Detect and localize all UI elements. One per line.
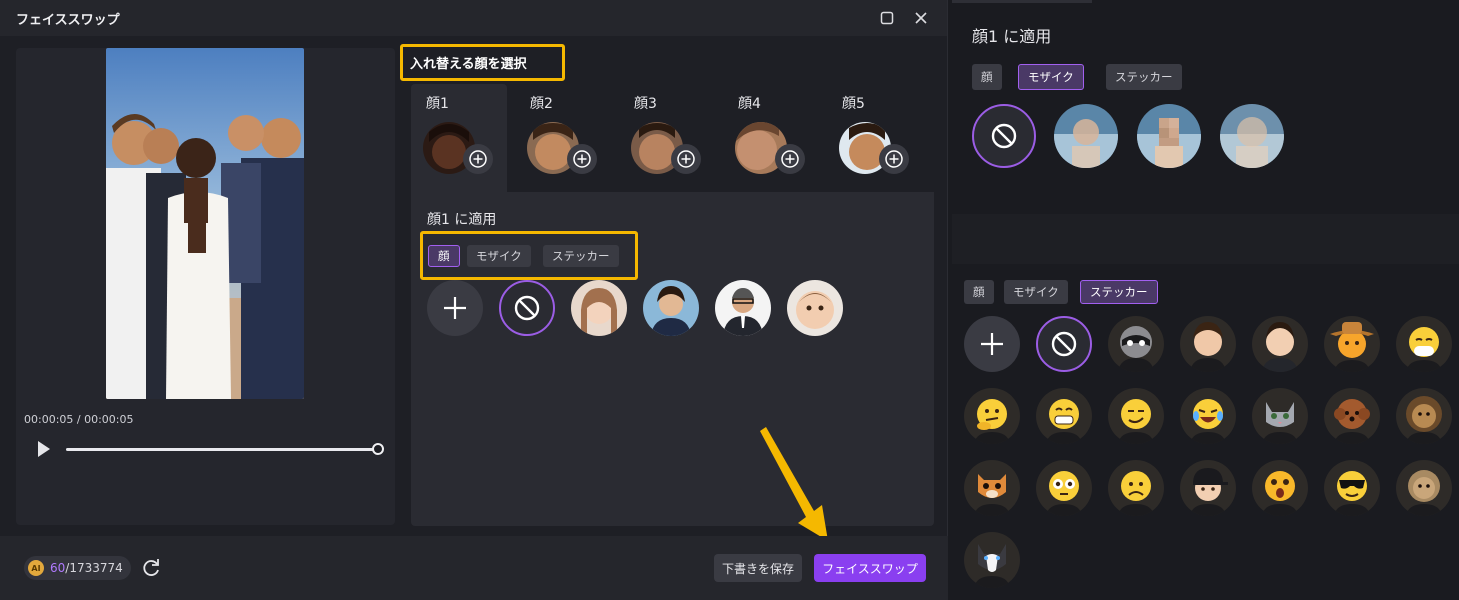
add-face-4-icon[interactable]	[775, 144, 805, 174]
sticker-lioness[interactable]	[1396, 460, 1452, 516]
sticker-husky[interactable]	[964, 532, 1020, 588]
mosaic-blur-light[interactable]	[1054, 104, 1118, 168]
pointer-arrow	[760, 425, 840, 545]
add-face-3-icon[interactable]	[671, 144, 701, 174]
prohibit-icon	[991, 123, 1017, 149]
faces-panel: 顔1 顔2 顔3 顔4 顔5 顔1 に適用 顔 モザイク ステッカー	[411, 84, 934, 526]
close-icon[interactable]	[911, 8, 931, 28]
tab-face-1-label: 顔1	[426, 96, 449, 112]
sticker-panel-mode-mosaic[interactable]: モザイク	[1004, 280, 1068, 304]
video-preview-panel: 00:00:05 / 00:00:05	[16, 48, 395, 525]
seek-bar[interactable]	[66, 443, 384, 455]
mosaic-none-button[interactable]	[972, 104, 1036, 168]
tab-face-5-label: 顔5	[842, 96, 865, 112]
sticker-options-panel: 顔 モザイク ステッカー	[952, 264, 1459, 600]
tab-face-4[interactable]: 顔4	[723, 84, 819, 192]
face-option-woman-business[interactable]	[643, 280, 699, 336]
tab-face-2-label: 顔2	[530, 96, 553, 112]
sticker-thinking-emoji[interactable]	[964, 388, 1020, 444]
tab-face-4-label: 顔4	[738, 96, 761, 112]
sticker-cartoon-man-2[interactable]	[1252, 316, 1308, 372]
sticker-sneezing-emoji[interactable]	[1396, 316, 1452, 372]
face-option-man-suit[interactable]	[715, 280, 771, 336]
tab-face-1[interactable]: 顔1	[411, 84, 507, 192]
credits-total: /1733774	[65, 561, 123, 575]
sticker-smirk-emoji[interactable]	[1108, 388, 1164, 444]
sticker-sunglasses-emoji[interactable]	[1324, 460, 1380, 516]
ai-coin-icon: AI	[28, 560, 44, 576]
prohibit-icon	[514, 295, 540, 321]
tab-face-5[interactable]: 顔5	[827, 84, 923, 192]
face-swap-dialog: フェイススワップ 00:00:05 / 00:00:05 入れ替える顔を選択 顔…	[0, 0, 948, 600]
apply-title: 顔1 に適用	[427, 212, 497, 228]
sticker-tiger-cub[interactable]	[964, 460, 1020, 516]
highlight-box-select	[400, 44, 565, 81]
mosaic-blur-strong[interactable]	[1220, 104, 1284, 168]
sticker-cap-boy[interactable]	[1180, 460, 1236, 516]
video-frame	[106, 48, 304, 399]
sticker-cowboy-emoji[interactable]	[1324, 316, 1380, 372]
sticker-flushed-emoji[interactable]	[1036, 460, 1092, 516]
sticker-grinning-emoji[interactable]	[1036, 388, 1092, 444]
credits-badge: AI 60 /1733774	[24, 556, 131, 580]
sticker-panel-mode-sticker[interactable]: ステッカー	[1080, 280, 1158, 304]
mosaic-panel-mode-mosaic[interactable]: モザイク	[1018, 64, 1084, 90]
panel-gap	[952, 214, 1459, 264]
sticker-poodle[interactable]	[1324, 388, 1380, 444]
panel-divider	[952, 0, 1092, 3]
sticker-none-button[interactable]	[1036, 316, 1092, 372]
add-face-button[interactable]	[427, 280, 483, 336]
face-tabs: 顔1 顔2 顔3 顔4 顔5	[411, 84, 934, 192]
play-icon[interactable]	[36, 440, 52, 458]
sticker-panel-mode-face[interactable]: 顔	[964, 280, 994, 304]
no-effect-button[interactable]	[499, 280, 555, 336]
tab-face-3[interactable]: 顔3	[619, 84, 715, 192]
highlight-box-modes	[420, 231, 638, 280]
face-option-baby[interactable]	[787, 280, 843, 336]
mosaic-panel-mode-sticker[interactable]: ステッカー	[1106, 64, 1182, 90]
bottom-bar: AI 60 /1733774 下書きを保存 フェイススワップ	[0, 536, 948, 600]
sticker-raccoon[interactable]	[1108, 316, 1164, 372]
mosaic-panel-mode-face[interactable]: 顔	[972, 64, 1002, 90]
mosaic-pixelate[interactable]	[1137, 104, 1201, 168]
sticker-cat[interactable]	[1252, 388, 1308, 444]
dialog-title: フェイススワップ	[16, 12, 120, 28]
add-face-2-icon[interactable]	[567, 144, 597, 174]
prohibit-icon	[1051, 331, 1077, 357]
add-face-5-icon[interactable]	[879, 144, 909, 174]
sticker-worried-emoji[interactable]	[1108, 460, 1164, 516]
titlebar: フェイススワップ	[0, 0, 947, 36]
sticker-laughing-emoji[interactable]	[1180, 388, 1236, 444]
timecode: 00:00:05 / 00:00:05	[24, 413, 134, 426]
sticker-surprised-emoji[interactable]	[1252, 460, 1308, 516]
plus-icon	[981, 333, 1003, 355]
face-swap-button[interactable]: フェイススワップ	[814, 554, 926, 582]
sticker-cartoon-man-1[interactable]	[1180, 316, 1236, 372]
mosaic-panel-title: 顔1 に適用	[972, 27, 1052, 46]
credits-used: 60	[50, 561, 66, 575]
sticker-add-button[interactable]	[964, 316, 1020, 372]
maximize-icon[interactable]	[877, 8, 897, 28]
add-face-1-icon[interactable]	[463, 144, 493, 174]
refresh-icon[interactable]	[140, 557, 162, 579]
sticker-lion[interactable]	[1396, 388, 1452, 444]
save-draft-button[interactable]: 下書きを保存	[714, 554, 802, 582]
plus-icon	[444, 297, 466, 319]
mosaic-options-panel: 顔1 に適用 顔 モザイク ステッカー	[952, 0, 1459, 214]
seek-handle[interactable]	[372, 443, 384, 455]
tab-face-2[interactable]: 顔2	[515, 84, 611, 192]
tab-face-3-label: 顔3	[634, 96, 657, 112]
face-option-woman-smiling[interactable]	[571, 280, 627, 336]
